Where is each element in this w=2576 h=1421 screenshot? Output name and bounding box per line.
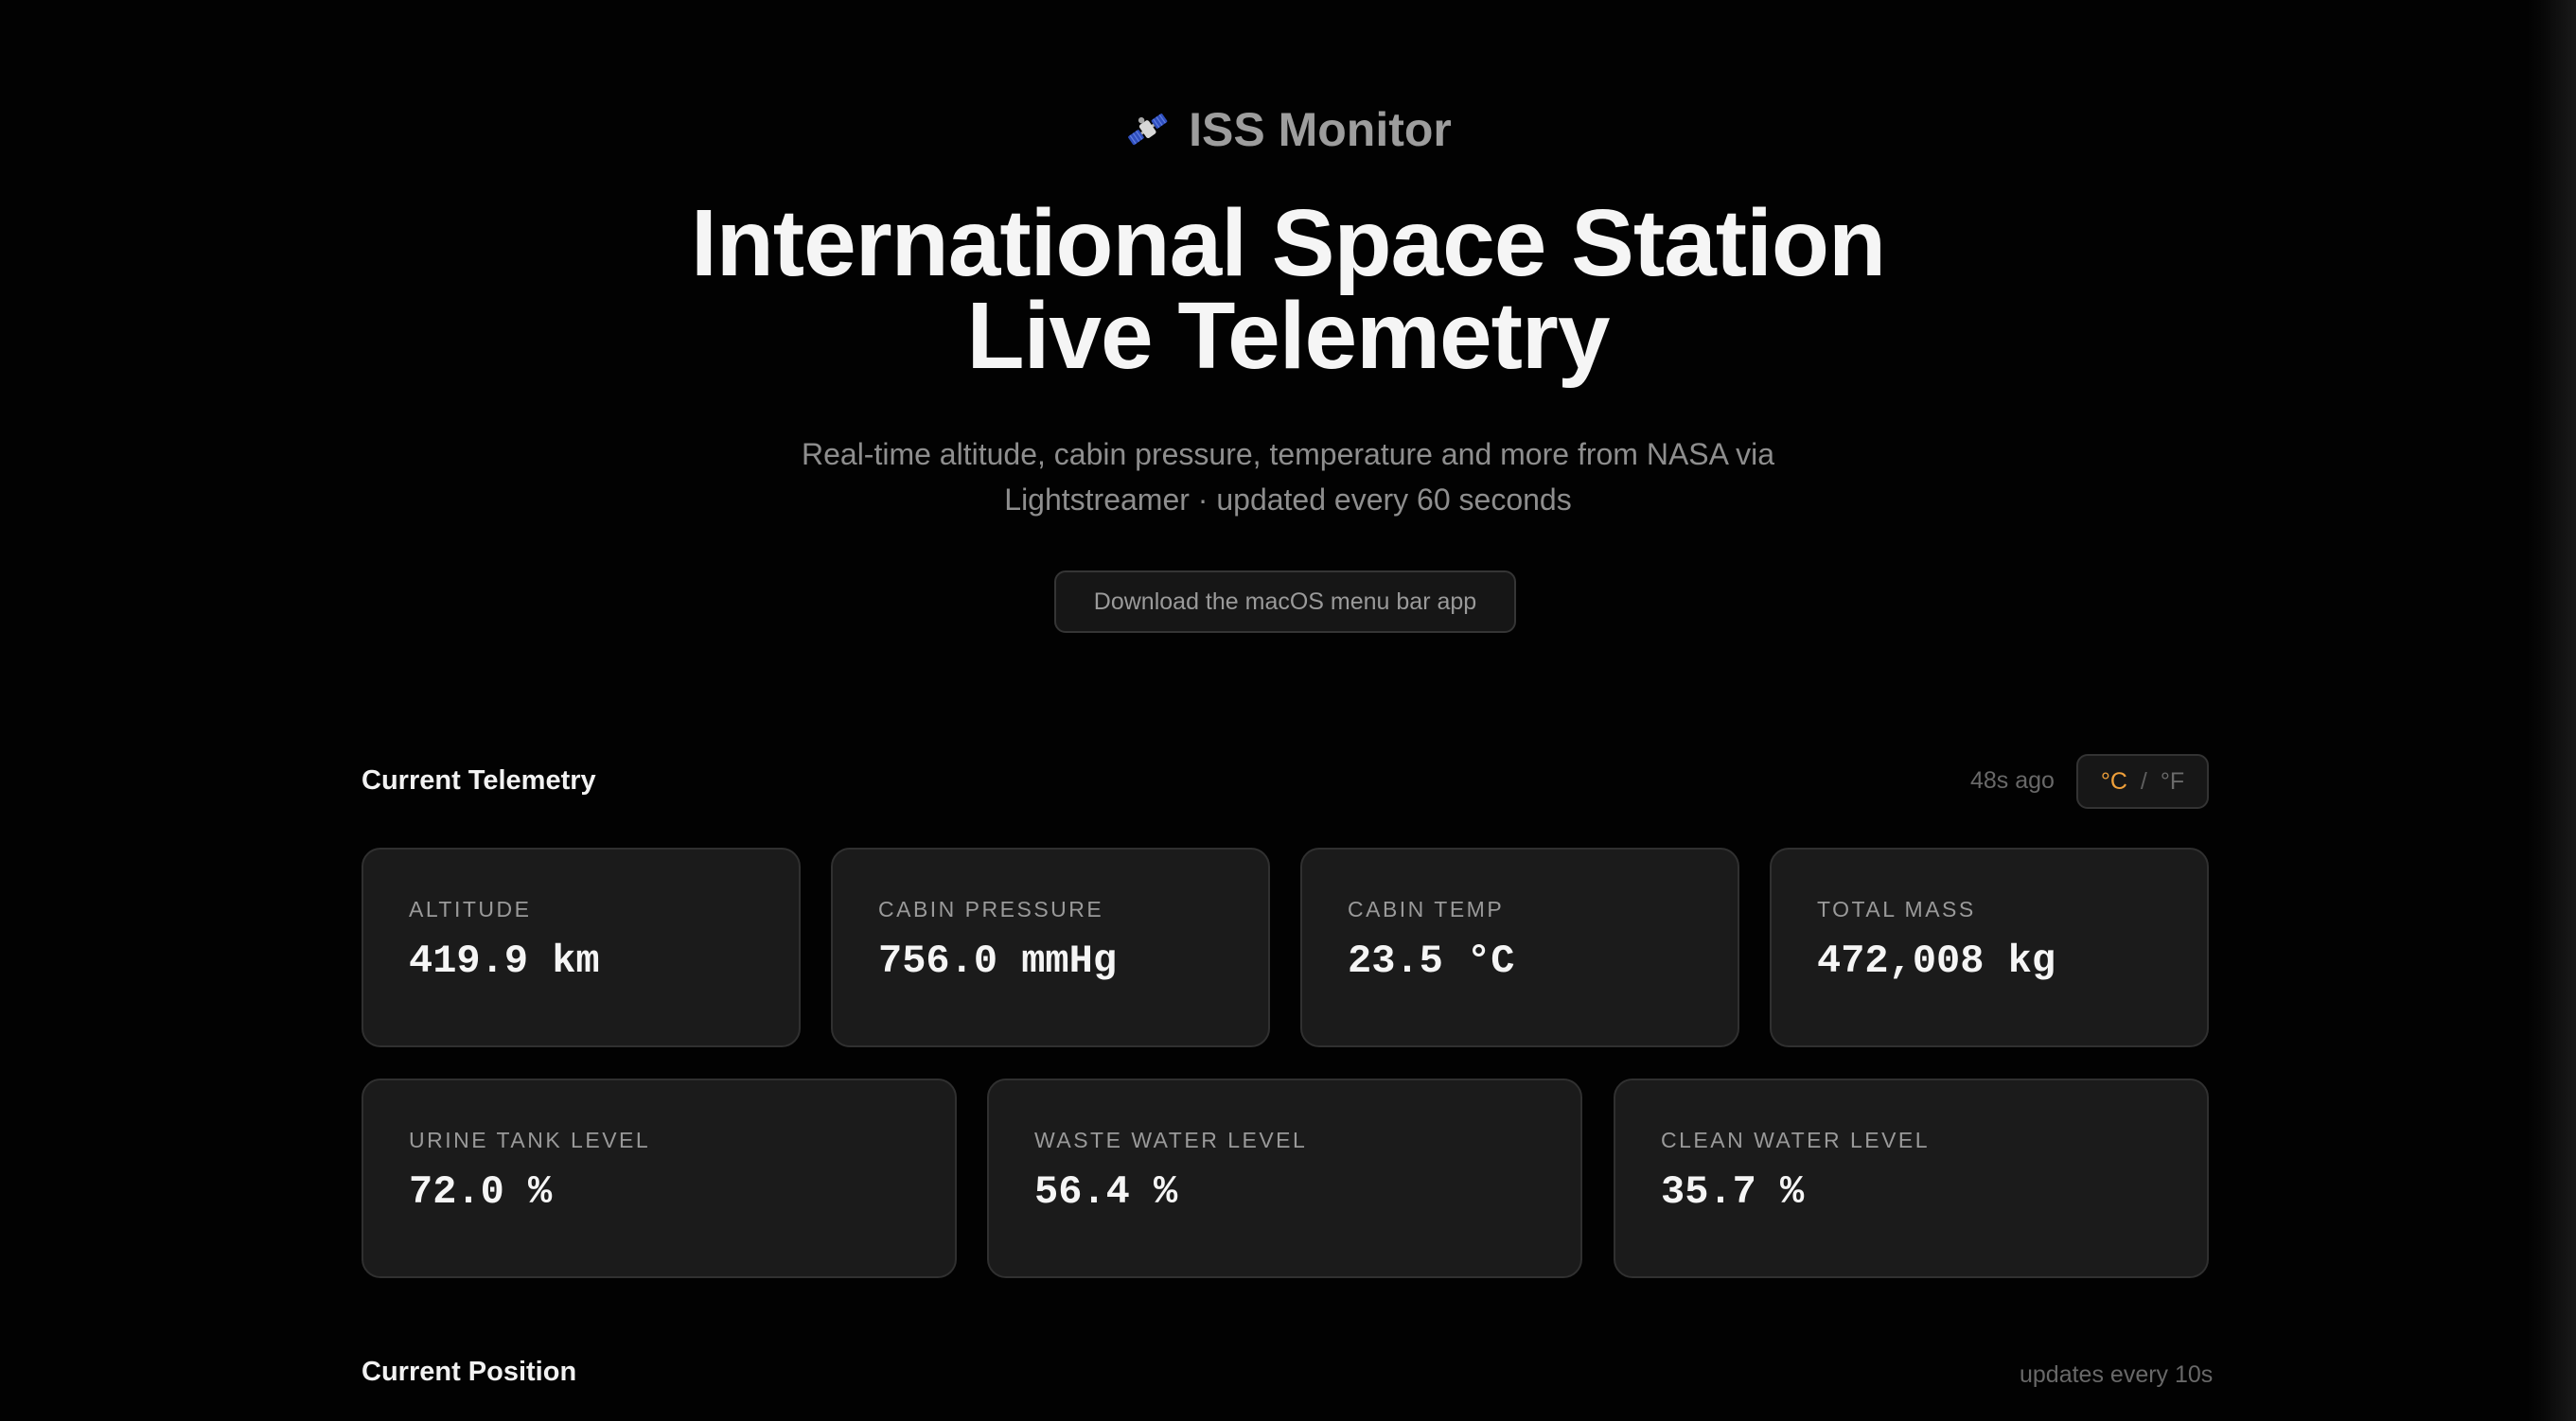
card-label: CLEAN WATER LEVEL (1661, 1128, 1931, 1152)
telemetry-card-cabin-temp: CABIN TEMP 23.5 °C (1300, 848, 1739, 1047)
card-value: 419.9 km (409, 939, 600, 984)
unit-celsius-option[interactable]: °C (2101, 768, 2127, 796)
card-label: ALTITUDE (409, 897, 532, 921)
subtitle-line-2: Lightstreamer · updated every 60 seconds (1004, 482, 1572, 517)
telemetry-card-altitude: ALTITUDE 419.9 km (362, 848, 801, 1047)
card-label: URINE TANK LEVEL (409, 1128, 651, 1152)
position-section-title: Current Position (362, 1357, 577, 1387)
card-label: CABIN TEMP (1348, 897, 1505, 921)
page-title: International Space Station Live Telemet… (0, 190, 2576, 389)
title-line-2: Live Telemetry (966, 283, 1611, 389)
card-label: CABIN PRESSURE (878, 897, 1104, 921)
telemetry-card-clean-water-level: CLEAN WATER LEVEL 35.7 % (1614, 1079, 2209, 1278)
card-value: 72.0 % (409, 1169, 553, 1215)
telemetry-card-cabin-pressure: CABIN PRESSURE 756.0 mmHg (831, 848, 1270, 1047)
card-label: TOTAL MASS (1817, 897, 1976, 921)
telemetry-section-title: Current Telemetry (362, 765, 596, 796)
card-value: 56.4 % (1034, 1169, 1178, 1215)
telemetry-card-waste-water-level: WASTE WATER LEVEL 56.4 % (987, 1079, 1582, 1278)
satellite-icon (1128, 114, 1168, 146)
card-label: WASTE WATER LEVEL (1034, 1128, 1308, 1152)
unit-fahrenheit-option[interactable]: °F (2161, 768, 2184, 796)
card-value: 23.5 °C (1348, 939, 1515, 984)
telemetry-card-urine-tank-level: URINE TANK LEVEL 72.0 % (362, 1079, 957, 1278)
card-value: 756.0 mmHg (878, 939, 1118, 984)
download-macos-app-button[interactable]: Download the macOS menu bar app (1054, 570, 1516, 633)
telemetry-card-total-mass: TOTAL MASS 472,008 kg (1770, 848, 2209, 1047)
last-updated-label: 48s ago (1970, 767, 2055, 794)
card-value: 472,008 kg (1817, 939, 2056, 984)
page: ISS Monitor International Space Station … (0, 0, 2576, 1421)
position-update-note: updates every 10s (2020, 1361, 2214, 1388)
title-line-1: International Space Station (690, 190, 1886, 296)
brand-name: ISS Monitor (1189, 103, 1452, 156)
page-subtitle: Real-time altitude, cabin pressure, temp… (0, 431, 2576, 522)
unit-separator: / (2140, 767, 2147, 795)
temperature-unit-toggle: °C / °F (2076, 754, 2209, 809)
card-value: 35.7 % (1661, 1169, 1805, 1215)
subtitle-line-1: Real-time altitude, cabin pressure, temp… (801, 437, 1774, 471)
brand: ISS Monitor (0, 102, 2576, 157)
